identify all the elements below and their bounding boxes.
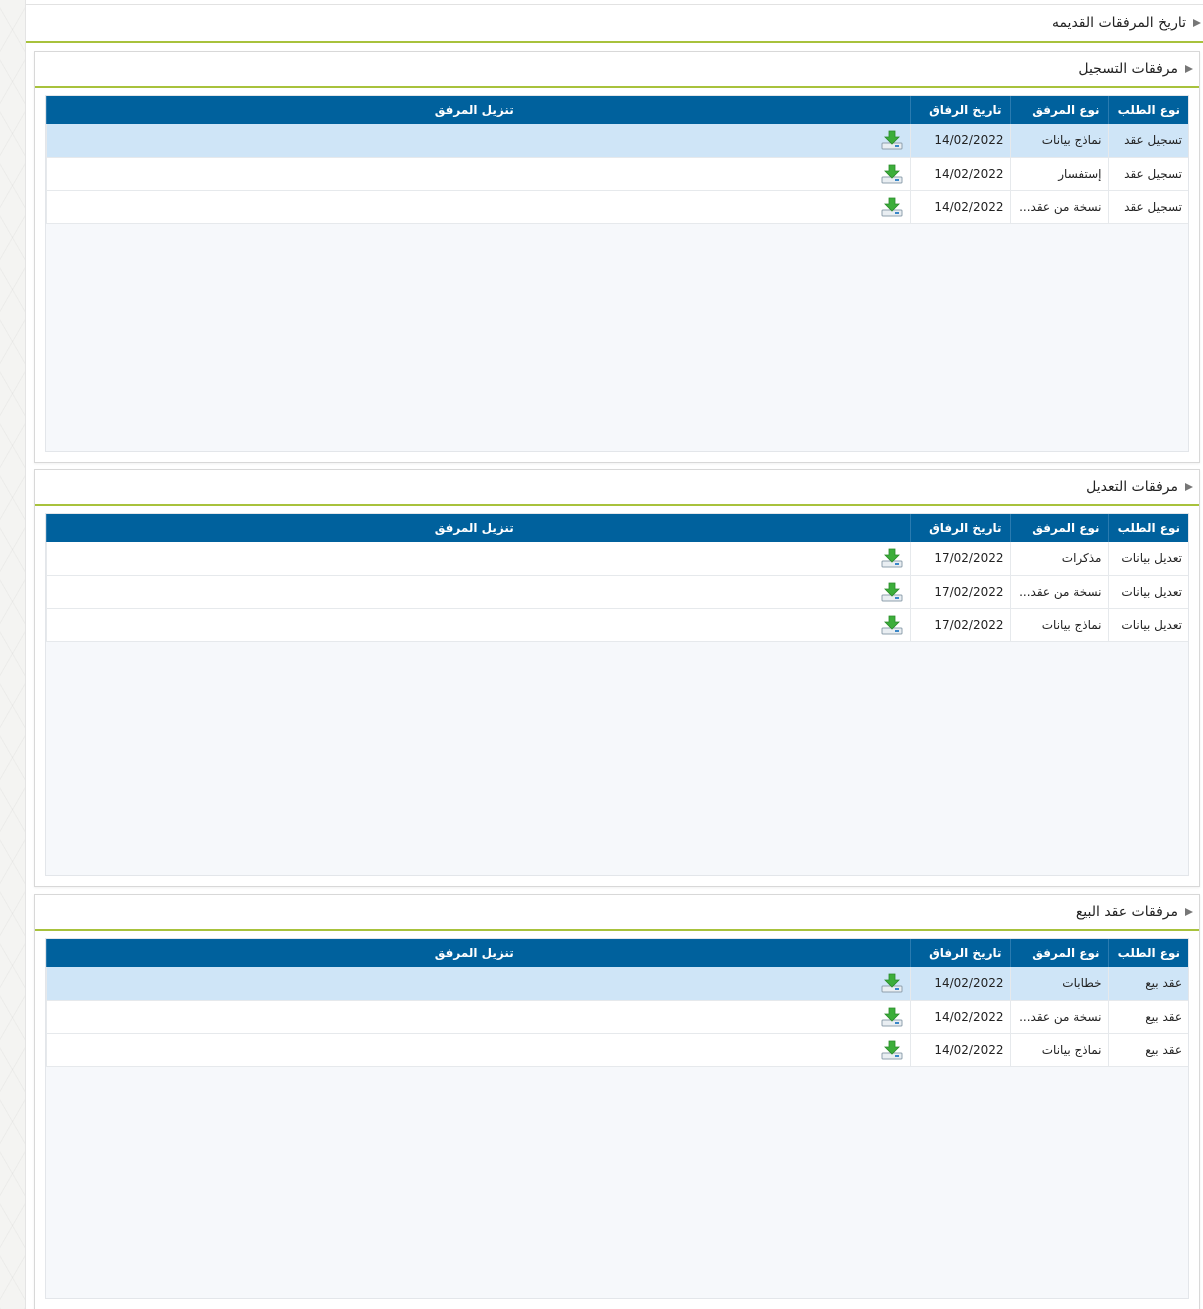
attachments-grid: نوع الطلب نوع المرفق تاريخ الرفاق تنزيل …: [45, 513, 1189, 876]
cell-attachment-date: 17/02/2022: [909, 608, 1010, 642]
table-row[interactable]: عقد بيع نماذج بيانات 14/02/2022: [46, 1033, 1188, 1067]
cell-download[interactable]: [46, 608, 910, 642]
col-download[interactable]: تنزيل المرفق: [46, 96, 910, 124]
cell-attachment-type: خطابات: [1009, 967, 1108, 1001]
table-row[interactable]: عقد بيع خطابات 14/02/2022: [46, 967, 1188, 1001]
triangle-right-icon: [1185, 483, 1193, 491]
cell-download[interactable]: [46, 1033, 910, 1067]
download-tray-icon[interactable]: [880, 614, 904, 636]
attachments-table: نوع الطلب نوع المرفق تاريخ الرفاق تنزيل …: [46, 514, 1188, 642]
col-attachment-date[interactable]: تاريخ الرفاق: [909, 939, 1010, 967]
cell-request-type: تعديل بيانات: [1107, 575, 1188, 609]
cell-request-type: تعديل بيانات: [1107, 542, 1188, 576]
cell-request-type: عقد بيع: [1107, 967, 1188, 1001]
download-tray-icon[interactable]: [880, 581, 904, 603]
old-attachments-history: تاريخ المرفقات القديمه مرفقات التسجيل نو…: [26, 4, 1203, 1309]
section-header: مرفقات عقد البيع: [35, 895, 1199, 931]
section-title-wrap[interactable]: مرفقات عقد البيع: [1076, 904, 1193, 920]
cell-attachment-type: نماذج بيانات: [1009, 124, 1108, 158]
page-title-wrap[interactable]: تاريخ المرفقات القديمه: [1052, 15, 1201, 31]
table-header-row: نوع الطلب نوع المرفق تاريخ الرفاق تنزيل …: [46, 96, 1188, 124]
section-title: مرفقات التعديل: [1086, 479, 1178, 495]
cell-request-type: تعديل بيانات: [1107, 608, 1188, 642]
cell-attachment-type: نسخة من عقد...: [1009, 190, 1108, 224]
cell-attachment-date: 14/02/2022: [909, 1000, 1010, 1034]
section-title-wrap[interactable]: مرفقات التسجيل: [1078, 61, 1193, 77]
download-tray-icon[interactable]: [880, 196, 904, 218]
cell-attachment-date: 17/02/2022: [909, 575, 1010, 609]
col-request-type[interactable]: نوع الطلب: [1107, 514, 1188, 542]
attachments-grid: نوع الطلب نوع المرفق تاريخ الرفاق تنزيل …: [45, 95, 1189, 452]
cell-request-type: عقد بيع: [1107, 1033, 1188, 1067]
section-header: مرفقات التسجيل: [35, 52, 1199, 88]
col-attachment-date[interactable]: تاريخ الرفاق: [909, 96, 1010, 124]
section-header: مرفقات التعديل: [35, 470, 1199, 506]
attachments-table: نوع الطلب نوع المرفق تاريخ الرفاق تنزيل …: [46, 96, 1188, 224]
table-row[interactable]: تعديل بيانات مذكرات 17/02/2022: [46, 542, 1188, 576]
registration-attachments-panel: مرفقات التسجيل نوع الطلب نوع المرفق تاري…: [34, 51, 1200, 463]
table-header-row: نوع الطلب نوع المرفق تاريخ الرفاق تنزيل …: [46, 939, 1188, 967]
col-request-type[interactable]: نوع الطلب: [1107, 939, 1188, 967]
sales-contract-attachments-panel: مرفقات عقد البيع نوع الطلب نوع المرفق تا…: [34, 894, 1200, 1309]
triangle-right-icon: [1185, 65, 1193, 73]
table-row[interactable]: تعديل بيانات نماذج بيانات 17/02/2022: [46, 608, 1188, 642]
download-tray-icon[interactable]: [880, 1039, 904, 1061]
col-attachment-type[interactable]: نوع المرفق: [1009, 939, 1108, 967]
cell-download[interactable]: [46, 575, 910, 609]
triangle-right-icon: [1185, 908, 1193, 916]
attachments-table: نوع الطلب نوع المرفق تاريخ الرفاق تنزيل …: [46, 939, 1188, 1067]
cell-request-type: تسجيل عقد: [1107, 157, 1188, 191]
cell-download[interactable]: [46, 190, 910, 224]
amendment-attachments-panel: مرفقات التعديل نوع الطلب نوع المرفق تاري…: [34, 469, 1200, 887]
download-tray-icon[interactable]: [880, 972, 904, 994]
table-header-row: نوع الطلب نوع المرفق تاريخ الرفاق تنزيل …: [46, 514, 1188, 542]
table-row[interactable]: تسجيل عقد نماذج بيانات 14/02/2022: [46, 124, 1188, 158]
table-row[interactable]: تسجيل عقد إستفسار 14/02/2022: [46, 157, 1188, 191]
col-attachment-date[interactable]: تاريخ الرفاق: [909, 514, 1010, 542]
cell-attachment-date: 14/02/2022: [909, 124, 1010, 158]
cell-attachment-date: 14/02/2022: [909, 157, 1010, 191]
cell-attachment-type: نسخة من عقد...: [1009, 1000, 1108, 1034]
page-title: تاريخ المرفقات القديمه: [1051, 15, 1186, 31]
cell-attachment-date: 14/02/2022: [909, 1033, 1010, 1067]
download-tray-icon[interactable]: [880, 129, 904, 151]
attachments-grid: نوع الطلب نوع المرفق تاريخ الرفاق تنزيل …: [45, 938, 1189, 1299]
cell-attachment-type: نماذج بيانات: [1009, 1033, 1108, 1067]
col-download[interactable]: تنزيل المرفق: [46, 939, 910, 967]
download-tray-icon[interactable]: [880, 163, 904, 185]
cell-attachment-type: نماذج بيانات: [1009, 608, 1108, 642]
cell-request-type: تسجيل عقد: [1107, 124, 1188, 158]
cell-download[interactable]: [46, 157, 910, 191]
table-row[interactable]: تسجيل عقد نسخة من عقد... 14/02/2022: [46, 190, 1188, 224]
cell-attachment-date: 14/02/2022: [909, 967, 1010, 1001]
col-request-type[interactable]: نوع الطلب: [1107, 96, 1188, 124]
col-download[interactable]: تنزيل المرفق: [46, 514, 910, 542]
download-tray-icon[interactable]: [880, 547, 904, 569]
col-attachment-type[interactable]: نوع المرفق: [1009, 96, 1108, 124]
cell-download[interactable]: [46, 1000, 910, 1034]
triangle-right-icon: [1193, 19, 1201, 27]
left-decorative-strip: [0, 0, 26, 1309]
section-title-wrap[interactable]: مرفقات التعديل: [1086, 479, 1193, 495]
table-row[interactable]: عقد بيع نسخة من عقد... 14/02/2022: [46, 1000, 1188, 1034]
download-tray-icon[interactable]: [880, 1006, 904, 1028]
cell-request-type: عقد بيع: [1107, 1000, 1188, 1034]
cell-attachment-type: مذكرات: [1009, 542, 1108, 576]
cell-attachment-type: نسخة من عقد...: [1009, 575, 1108, 609]
section-title: مرفقات عقد البيع: [1075, 904, 1178, 920]
col-attachment-type[interactable]: نوع المرفق: [1009, 514, 1108, 542]
cell-download[interactable]: [46, 542, 910, 576]
page-header: تاريخ المرفقات القديمه: [26, 5, 1203, 43]
cell-attachment-date: 14/02/2022: [909, 190, 1010, 224]
cell-download[interactable]: [46, 124, 910, 158]
cell-attachment-date: 17/02/2022: [909, 542, 1010, 576]
cell-request-type: تسجيل عقد: [1107, 190, 1188, 224]
section-title: مرفقات التسجيل: [1078, 61, 1178, 77]
table-row[interactable]: تعديل بيانات نسخة من عقد... 17/02/2022: [46, 575, 1188, 609]
cell-download[interactable]: [46, 967, 910, 1001]
cell-attachment-type: إستفسار: [1009, 157, 1108, 191]
